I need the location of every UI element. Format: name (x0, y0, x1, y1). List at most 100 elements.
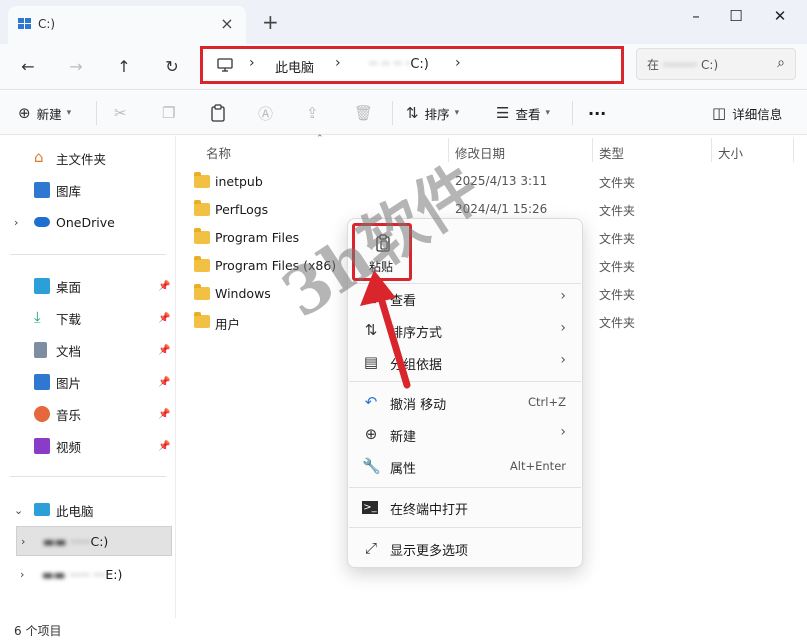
divider (572, 101, 573, 125)
cut-button[interactable]: ✂ (114, 103, 133, 123)
close-button[interactable]: ✕ (760, 4, 800, 28)
address-bar[interactable]: › 此电脑 › ·· ·· ·· ·C:) › (200, 46, 624, 84)
search-input[interactable]: 在 ········· C:) ⌕ (636, 48, 796, 80)
rename-button[interactable]: Ⓐ (258, 103, 279, 123)
wrench-icon: 🔧 (362, 457, 381, 475)
document-icon (34, 342, 47, 358)
delete-button[interactable]: 🗑 (354, 103, 379, 123)
sidebar-item-downloads[interactable]: ⤓ 下载 📌 (0, 306, 176, 330)
chevron-right-icon: › (560, 352, 566, 368)
up-button[interactable]: ↑ (110, 54, 138, 80)
view-button-label: 查看 (515, 106, 541, 122)
chevron-right-icon[interactable]: › (21, 535, 25, 548)
music-icon (34, 406, 50, 422)
column-divider[interactable] (711, 138, 712, 162)
sort-button[interactable]: ⇅ 排序 ▾ (406, 103, 459, 123)
sidebar-item-home[interactable]: ⌂ 主文件夹 (0, 146, 176, 170)
sidebar-item-gallery[interactable]: 图库 (0, 178, 176, 202)
pin-icon[interactable]: 📌 (158, 409, 170, 420)
menu-item-new[interactable]: ⊕ 新建 › (348, 419, 582, 449)
sidebar-item-this-pc[interactable]: ⌄ 此电脑 (0, 498, 176, 522)
chevron-down-icon: ▾ (454, 108, 460, 118)
menu-item-open-terminal[interactable]: >_ 在终端中打开 (348, 492, 582, 522)
breadcrumb-this-pc[interactable]: 此电脑 (275, 57, 314, 76)
sidebar-item-videos[interactable]: 视频 📌 (0, 434, 176, 458)
sidebar-item-pictures[interactable]: 图片 📌 (0, 370, 176, 394)
menu-item-label: 排序方式 (390, 326, 443, 341)
back-button[interactable]: ← (14, 54, 42, 80)
copy-button[interactable]: ❐ (162, 103, 181, 123)
menu-item-group-by[interactable]: ▤ 分组依据 › (348, 347, 582, 377)
chevron-down-icon: ▾ (545, 108, 550, 118)
sidebar-item-desktop[interactable]: 桌面 📌 (0, 274, 176, 298)
file-row[interactable]: inetpub 2025/4/13 3:11 文件夹 (176, 168, 807, 196)
maximize-button[interactable]: ☐ (716, 4, 756, 28)
tab-close-icon[interactable]: × (218, 14, 236, 33)
more-icon: ··· (588, 103, 607, 123)
new-tab-icon[interactable]: + (262, 10, 279, 34)
refresh-button[interactable]: ↻ (158, 54, 186, 80)
drive-icon (18, 18, 31, 29)
column-size[interactable]: 大小 (718, 143, 743, 162)
pin-icon[interactable]: 📌 (158, 281, 170, 292)
chevron-right-icon: › (560, 320, 566, 336)
column-divider[interactable] (592, 138, 593, 162)
menu-item-properties[interactable]: 🔧 属性 Alt+Enter (348, 451, 582, 481)
breadcrumb-drive[interactable]: ·· ·· ·· ·C:) (369, 57, 429, 72)
menu-item-view[interactable]: ⊞ 查看 › (348, 283, 582, 313)
details-button[interactable]: ◫ 详细信息 (712, 103, 782, 123)
column-name[interactable]: 名称 (206, 143, 231, 162)
tab-current[interactable]: C:) × (8, 6, 246, 44)
share-icon: ⇪ (306, 104, 319, 122)
sidebar-item-drive-c[interactable]: › ▬▬ ·····C:) (16, 526, 172, 556)
file-type: 文件夹 (599, 204, 636, 218)
forward-button[interactable]: → (62, 54, 90, 80)
chevron-right-icon[interactable]: › (20, 568, 24, 581)
view-button[interactable]: ☰ 查看 ▾ (496, 103, 550, 123)
details-pane-icon: ◫ (712, 104, 727, 122)
column-type[interactable]: 类型 (599, 143, 624, 162)
sort-icon: ⇅ (406, 104, 419, 122)
pin-icon[interactable]: 📌 (158, 441, 170, 452)
paste-button[interactable]: 粘贴 (352, 223, 412, 281)
menu-item-shortcut: Alt+Enter (509, 459, 566, 473)
sidebar-item-drive-e[interactable]: › ▬▬ ····· ···E:) (0, 562, 176, 586)
paste-toolbar-button[interactable] (210, 103, 226, 123)
tab-title: C:) (38, 17, 56, 31)
menu-item-sort-by[interactable]: ⇅ 排序方式 › (348, 315, 582, 345)
sidebar-item-documents[interactable]: 文档 📌 (0, 338, 176, 362)
chevron-down-icon[interactable]: ⌄ (14, 504, 23, 517)
sidebar-item-music[interactable]: 音乐 📌 (0, 402, 176, 426)
minimize-button[interactable]: – (676, 4, 716, 28)
scissors-icon: ✂ (114, 104, 127, 122)
column-divider[interactable] (448, 138, 449, 162)
pin-icon[interactable]: 📌 (158, 345, 170, 356)
details-button-label: 详细信息 (732, 106, 783, 122)
breadcrumb-separator: › (335, 55, 341, 71)
column-modified[interactable]: 修改日期 (455, 143, 505, 162)
pin-icon[interactable]: 📌 (158, 377, 170, 388)
menu-item-label: 新建 (390, 430, 417, 445)
menu-item-undo-move[interactable]: ↶ 撤消 移动 Ctrl+Z (348, 387, 582, 417)
trash-icon: 🗑 (354, 104, 374, 122)
folder-icon (194, 172, 210, 188)
menu-item-show-more[interactable]: ⤢ 显示更多选项 (348, 533, 582, 563)
share-button[interactable]: ⇪ (306, 103, 325, 123)
sidebar-item-label: 文档 (56, 343, 82, 359)
new-button[interactable]: ⊕ 新建 ▾ (18, 103, 71, 123)
chevron-right-icon[interactable]: › (14, 216, 18, 229)
sidebar-item-onedrive[interactable]: › OneDrive (0, 210, 176, 234)
status-item-count: 6 个项目 (14, 624, 62, 638)
divider (349, 487, 581, 488)
file-name: 用户 (215, 317, 241, 332)
clipboard-icon (211, 104, 225, 122)
folder-icon (194, 256, 210, 272)
search-icon[interactable]: ⌕ (777, 55, 785, 71)
cloud-icon (34, 217, 50, 227)
plus-circle-icon: ⊕ (18, 104, 31, 122)
column-divider[interactable] (793, 138, 794, 162)
pin-icon[interactable]: 📌 (158, 313, 170, 324)
file-name: Program Files (x86) (215, 258, 337, 273)
expand-icon: ⤢ (364, 539, 377, 557)
more-button[interactable]: ··· (588, 103, 606, 123)
